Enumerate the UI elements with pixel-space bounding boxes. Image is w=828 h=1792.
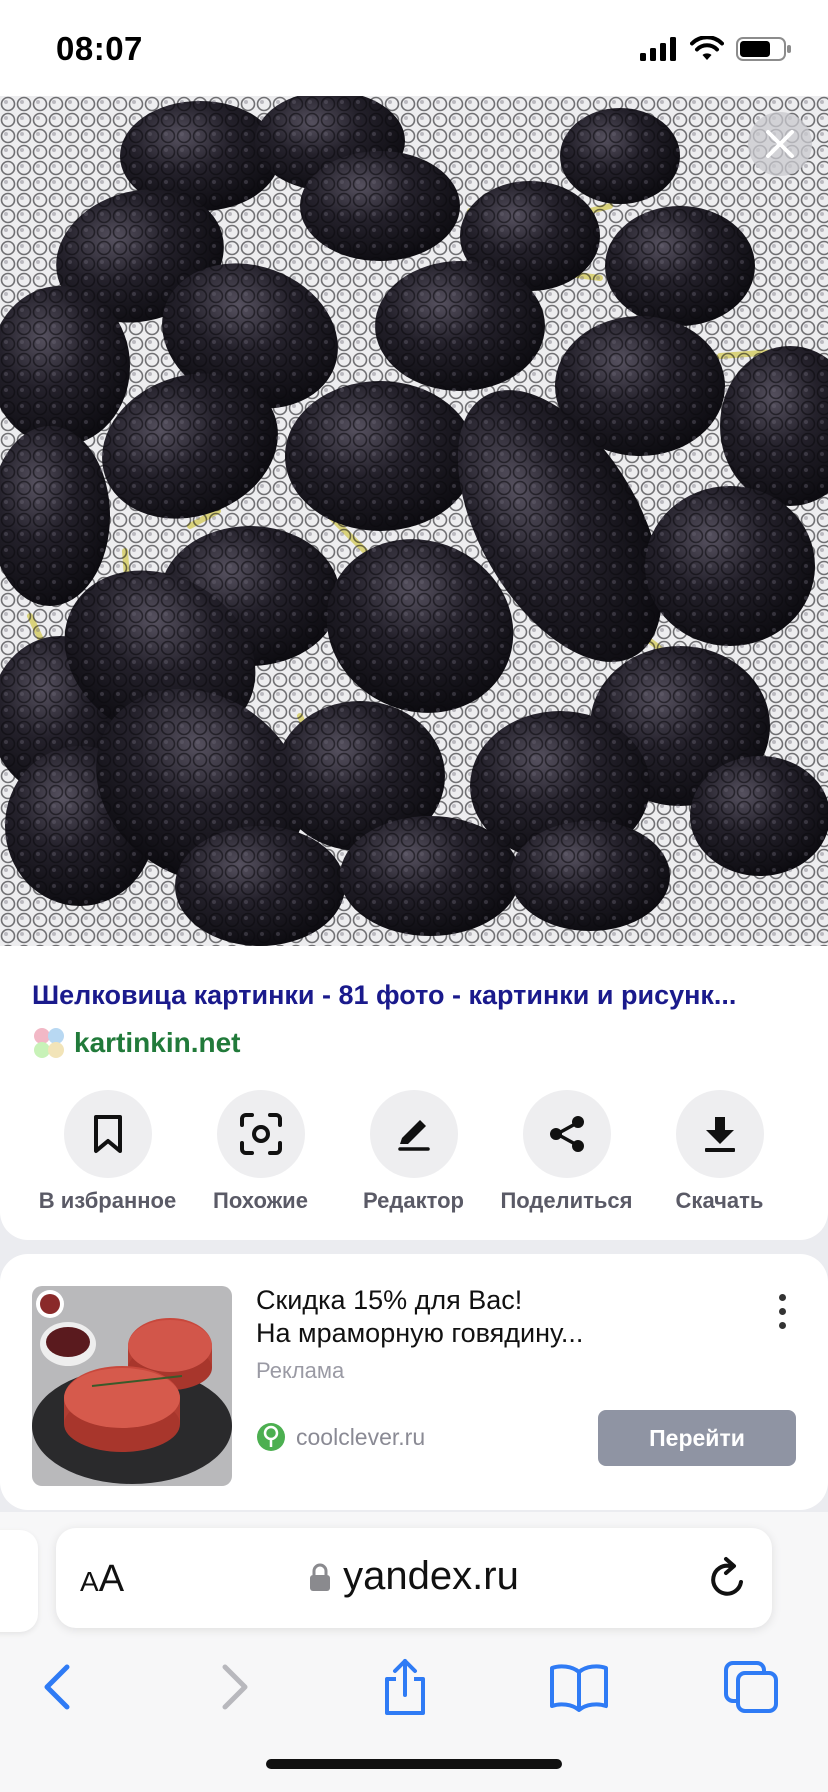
status-icons bbox=[640, 36, 792, 62]
source-domain[interactable]: kartinkin.net bbox=[74, 1027, 240, 1059]
image-preview[interactable] bbox=[0, 96, 828, 946]
close-icon bbox=[766, 130, 794, 158]
battery-icon bbox=[736, 37, 791, 61]
ad-title[interactable]: Скидка 15% для Вас! На мраморную говядин… bbox=[256, 1284, 756, 1350]
dot-icon bbox=[778, 1322, 786, 1329]
ad-label: Реклама bbox=[256, 1358, 345, 1383]
advertiser-logo-icon bbox=[257, 1423, 285, 1451]
tabs-button[interactable] bbox=[716, 1652, 786, 1722]
forward-icon bbox=[222, 1664, 248, 1710]
action-circle[interactable] bbox=[675, 1090, 764, 1178]
ad-title-line-1: Скидка 15% для Вас! bbox=[256, 1285, 523, 1315]
image-info-card: Шелковица картинки - 81 фото - картинки … bbox=[0, 946, 828, 1240]
action-label: Похожие bbox=[213, 1188, 308, 1213]
site-favicon-icon bbox=[34, 1028, 64, 1058]
share-page-button[interactable] bbox=[370, 1652, 440, 1722]
action-circle[interactable] bbox=[369, 1090, 458, 1178]
source-row[interactable]: kartinkin.net bbox=[32, 1026, 240, 1060]
back-icon bbox=[44, 1664, 70, 1710]
ad-card[interactable]: Скидка 15% для Вас! На мраморную говядин… bbox=[0, 1254, 828, 1510]
reload-icon[interactable] bbox=[708, 1556, 748, 1600]
wifi-icon bbox=[690, 36, 724, 60]
previous-tab-peek[interactable] bbox=[0, 1530, 38, 1632]
action-circle[interactable] bbox=[522, 1090, 611, 1178]
bookmark-icon bbox=[93, 1115, 122, 1153]
share-button[interactable]: Поделиться bbox=[490, 1090, 643, 1214]
ad-source[interactable]: coolclever.ru bbox=[256, 1422, 425, 1452]
go-button[interactable]: Перейти bbox=[598, 1410, 796, 1466]
share-icon bbox=[385, 1659, 425, 1715]
bookmarks-icon bbox=[550, 1664, 608, 1712]
download-icon bbox=[704, 1117, 735, 1152]
bookmarks-button[interactable] bbox=[544, 1652, 614, 1722]
steak-image bbox=[32, 1286, 232, 1486]
tabs-icon bbox=[724, 1661, 778, 1713]
action-label: Скачать bbox=[675, 1188, 764, 1213]
ad-domain[interactable]: coolclever.ru bbox=[296, 1424, 425, 1451]
lock-icon bbox=[310, 1563, 331, 1591]
ad-image[interactable] bbox=[32, 1286, 232, 1486]
action-circle[interactable] bbox=[63, 1090, 152, 1178]
cellular-signal-icon bbox=[640, 37, 676, 61]
result-title-link[interactable]: Шелковица картинки - 81 фото - картинки … bbox=[32, 980, 792, 1011]
download-button[interactable]: Скачать bbox=[643, 1090, 796, 1214]
action-circle[interactable] bbox=[216, 1090, 305, 1178]
close-button[interactable] bbox=[748, 112, 812, 176]
add-to-favorites-button[interactable]: В избранное bbox=[31, 1090, 184, 1214]
action-label: Редактор bbox=[363, 1188, 464, 1213]
editor-button[interactable]: Редактор bbox=[337, 1090, 490, 1214]
url-text: yandex.ru bbox=[343, 1554, 519, 1598]
action-row: В избранное Похожие Редактор Поделиться … bbox=[0, 1090, 828, 1214]
dot-icon bbox=[778, 1308, 786, 1315]
status-bar: 08:07 bbox=[0, 0, 828, 96]
share-icon bbox=[549, 1116, 584, 1152]
forward-button[interactable] bbox=[200, 1652, 270, 1722]
action-label: Поделиться bbox=[500, 1188, 633, 1213]
status-time: 08:07 bbox=[56, 30, 143, 67]
mulberries-image bbox=[0, 96, 828, 946]
browser-toolbar bbox=[0, 1642, 828, 1732]
address-bar[interactable]: AA yandex.ru bbox=[56, 1528, 772, 1628]
dot-icon bbox=[778, 1294, 786, 1301]
action-label: В избранное bbox=[38, 1188, 177, 1213]
browser-bottom-bar: AA yandex.ru bbox=[0, 1512, 828, 1792]
home-indicator[interactable] bbox=[266, 1759, 562, 1769]
similar-images-button[interactable]: Похожие bbox=[184, 1090, 337, 1214]
ad-more-button[interactable] bbox=[776, 1294, 788, 1329]
similar-search-icon bbox=[239, 1113, 282, 1155]
url-display[interactable]: yandex.ru bbox=[56, 1554, 772, 1599]
edit-pencil-icon bbox=[397, 1120, 430, 1151]
ad-title-line-2: На мраморную говядину... bbox=[256, 1318, 584, 1348]
back-button[interactable] bbox=[22, 1652, 92, 1722]
